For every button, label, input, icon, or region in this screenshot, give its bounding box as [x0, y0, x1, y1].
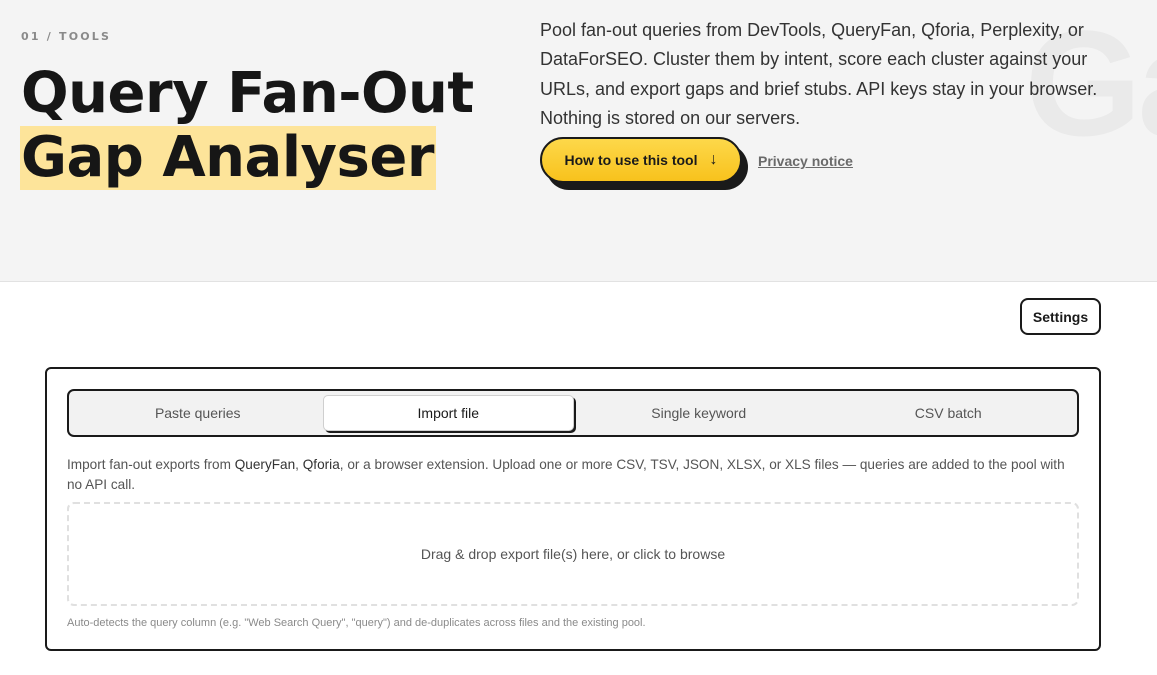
page-title-line-2: Gap Analyser [20, 125, 436, 190]
page-title-line-1: Query Fan-Out [21, 61, 474, 126]
import-panel: Paste queries Import file Single keyword… [45, 367, 1101, 651]
tab-import-file[interactable]: Import file [322, 395, 574, 431]
import-instructions: Import fan-out exports from QueryFan, Qf… [67, 455, 1079, 495]
intro-brand-qforia: Qforia [302, 457, 340, 472]
how-to-use-label: How to use this tool [564, 152, 698, 168]
how-to-use-button[interactable]: How to use this tool ↓ [540, 137, 742, 183]
intro-text-prefix: Import fan-out exports from [67, 457, 235, 472]
input-mode-tabs: Paste queries Import file Single keyword… [67, 389, 1079, 437]
auto-detect-hint: Auto-detects the query column (e.g. "Web… [67, 617, 646, 629]
cta-group: How to use this tool ↓ [540, 137, 748, 190]
intro-separator: , [295, 457, 303, 472]
arrow-down-icon: ↓ [709, 151, 718, 168]
hero-section: Ga 01 / TOOLS Query Fan-Out Gap Analyser… [0, 0, 1157, 282]
tool-description: Pool fan-out queries from DevTools, Quer… [540, 20, 1098, 128]
settings-button[interactable]: Settings [1020, 298, 1101, 335]
privacy-notice-link[interactable]: Privacy notice [758, 153, 853, 169]
file-dropzone[interactable]: Drag & drop export file(s) here, or clic… [67, 502, 1079, 606]
dropzone-label: Drag & drop export file(s) here, or clic… [420, 546, 726, 562]
section-eyebrow: 01 / TOOLS [21, 30, 112, 43]
tab-csv-batch[interactable]: CSV batch [824, 395, 1074, 431]
intro-brand-queryfan: QueryFan [234, 457, 296, 472]
page-title: Query Fan-Out Gap Analyser [20, 61, 474, 190]
tab-single-keyword[interactable]: Single keyword [574, 395, 824, 431]
tab-paste-queries[interactable]: Paste queries [73, 395, 323, 431]
